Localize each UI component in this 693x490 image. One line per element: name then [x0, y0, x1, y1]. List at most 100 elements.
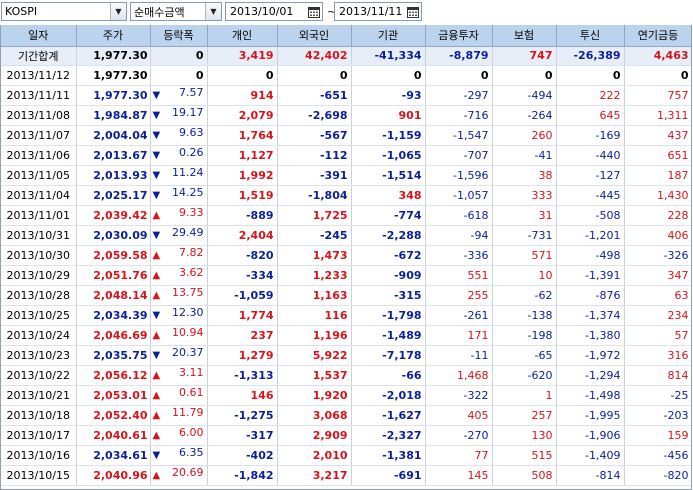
cell-institution: -774: [351, 205, 426, 227]
col-header-individual[interactable]: 개인: [207, 25, 278, 47]
table-row[interactable]: 2013/11/08 1,984.87 ▼ 19.17 2,079 -2,698 901 -7…: [1, 105, 691, 127]
cell-price: 2,040.96: [76, 465, 151, 487]
cell-institution: -41,334: [351, 46, 426, 67]
up-triangle-icon: ▲: [152, 290, 161, 302]
cell-foreign: 3,068: [277, 405, 352, 427]
cell-individual: 0: [207, 65, 278, 87]
cell-investment-trust: 222: [556, 85, 625, 107]
cell-financial-investment: -1,596: [425, 165, 493, 187]
col-header-pension[interactable]: 연기금등: [624, 25, 691, 47]
table-row[interactable]: 2013/11/06 2,013.67 ▼ 0.26 1,127 -112 -1,065 -7…: [1, 145, 691, 167]
table-row[interactable]: 2013/10/22 2,056.12 ▲ 3.11 -1,313 1,537 -66 1,4…: [1, 365, 691, 387]
cell-pension: 4,463: [624, 46, 691, 67]
cell-price: 2,035.75: [76, 345, 151, 367]
table-row[interactable]: 2013/11/05 2,013.93 ▼ 11.24 1,992 -391 -1,514-…: [1, 165, 691, 187]
cell-insurance: 257: [492, 405, 557, 427]
cell-price: 2,025.17: [76, 185, 151, 207]
cell-individual: 146: [207, 385, 278, 407]
table-row[interactable]: 2013/10/25 2,034.39 ▼ 12.30 1,774 116 -1,798 -2…: [1, 305, 691, 327]
cell-pension: -25: [624, 385, 691, 407]
cell-foreign: -567: [277, 125, 352, 147]
cell-insurance: 31: [492, 205, 557, 227]
cell-pension: 57: [624, 325, 691, 347]
table-row[interactable]: 2013/11/11 1,977.30 ▼ 7.57 914 -651 -93 -297 -49…: [1, 85, 691, 107]
table-row[interactable]: 2013/10/31 2,030.09 ▼ 29.49 2,404 -245 -2,288-…: [1, 225, 691, 247]
index-select-value: KOSPI: [5, 5, 38, 18]
cell-change: ▲ 7.82: [150, 245, 208, 267]
date-from-value: 2013/10/01: [230, 5, 294, 18]
table-row[interactable]: 2013/10/23 2,035.75 ▼ 20.37 1,279 5,922 -7,178…: [1, 345, 691, 367]
cell-date: 2013/11/07: [1, 125, 77, 147]
cell-financial-investment: 171: [425, 325, 493, 347]
col-header-change[interactable]: 등락폭: [150, 25, 208, 47]
cell-institution: -691: [351, 465, 426, 487]
cell-foreign: 42,402: [277, 46, 352, 67]
cell-date: 2013/10/25: [1, 305, 77, 327]
change-value: 3.11: [179, 366, 204, 380]
cell-price: 2,046.69: [76, 325, 151, 347]
cell-price: 2,056.12: [76, 365, 151, 387]
change-value: 0.26: [179, 146, 204, 160]
cell-pension: -820: [624, 465, 691, 487]
table-row[interactable]: 2013/10/17 2,040.61 ▲ 6.00 -317 2,909 -2,327 -2…: [1, 425, 691, 447]
cell-financial-investment: -618: [425, 205, 493, 227]
chevron-down-icon[interactable]: ▼: [110, 3, 126, 20]
change-value: 7.57: [179, 86, 204, 100]
col-header-insurance[interactable]: 보험: [492, 25, 557, 47]
cell-individual: 1,774: [207, 305, 278, 327]
cell-insurance: 515: [492, 445, 557, 467]
change-value: 7.82: [179, 246, 204, 260]
col-header-institution[interactable]: 기관: [351, 25, 426, 47]
cell-change: ▲ 6.00: [150, 425, 208, 447]
cell-date: 2013/10/30: [1, 245, 77, 267]
metric-select[interactable]: 순매수금액 ▼: [130, 2, 222, 21]
cell-change: ▲ 9.33: [150, 205, 208, 227]
cell-insurance: -65: [492, 345, 557, 367]
cell-foreign: 1,537: [277, 365, 352, 387]
table-row[interactable]: 2013/10/18 2,052.40 ▲ 11.79 -1,275 3,068 -1,62…: [1, 405, 691, 427]
cell-insurance: 508: [492, 465, 557, 487]
table-row[interactable]: 2013/10/24 2,046.69 ▲ 10.94 237 1,196 -1,489 17…: [1, 325, 691, 347]
cell-date: 2013/11/04: [1, 185, 77, 207]
cell-financial-investment: -261: [425, 305, 493, 327]
table-row[interactable]: 2013/10/21 2,053.01 ▲ 0.61 146 1,920 -2,018 -32…: [1, 385, 691, 407]
cell-insurance: 1: [492, 385, 557, 407]
cell-foreign: -2,698: [277, 105, 352, 127]
table-row[interactable]: 2013/10/30 2,059.58 ▲ 7.82 -820 1,473 -672 -336…: [1, 245, 691, 267]
col-header-foreign[interactable]: 외국인: [277, 25, 352, 47]
table-row[interactable]: 2013/10/16 2,034.61 ▼ 6.35 -402 2,010 -1,381 77…: [1, 445, 691, 467]
table-body: 기간합계 1,977.30 0 3,419 42,402 -41,334 -8,879 747…: [1, 46, 691, 487]
calendar-icon[interactable]: [404, 3, 421, 20]
table-row[interactable]: 2013/11/07 2,004.04 ▼ 9.63 1,764 -567 -1,159 -1…: [1, 125, 691, 147]
cell-date: 2013/10/15: [1, 465, 77, 487]
cell-insurance: 38: [492, 165, 557, 187]
col-header-date[interactable]: 일자: [1, 25, 77, 47]
table-row[interactable]: 2013/10/15 2,040.96 ▲ 20.69 -1,842 3,217 -691 1…: [1, 465, 691, 487]
table-row[interactable]: 2013/10/29 2,051.76 ▲ 3.62 -334 1,233 -909 551 1…: [1, 265, 691, 287]
total-row[interactable]: 기간합계 1,977.30 0 3,419 42,402 -41,334 -8,879 747…: [1, 46, 691, 67]
cell-date: 2013/11/08: [1, 105, 77, 127]
table-row[interactable]: 2013/11/01 2,039.42 ▲ 9.33 -889 1,725 -774 -618…: [1, 205, 691, 227]
cell-insurance: -41: [492, 145, 557, 167]
col-header-investment-trust[interactable]: 투신: [556, 25, 625, 47]
table-row[interactable]: 2013/11/04 2,025.17 ▼ 14.25 1,519 -1,804 348 -1…: [1, 185, 691, 207]
calendar-icon[interactable]: [305, 3, 322, 20]
cell-pension: 228: [624, 205, 691, 227]
col-header-price[interactable]: 주가: [76, 25, 151, 47]
cell-pension: 814: [624, 365, 691, 387]
date-to-field[interactable]: 2013/11/11: [334, 2, 422, 21]
col-header-financial-investment[interactable]: 금융투자: [425, 25, 493, 47]
cell-price: 2,030.09: [76, 225, 151, 247]
cell-date: 2013/10/17: [1, 425, 77, 447]
cell-individual: 1,127: [207, 145, 278, 167]
cell-insurance: -731: [492, 225, 557, 247]
index-select[interactable]: KOSPI ▼: [1, 2, 127, 21]
table-row[interactable]: 2013/10/28 2,048.14 ▲ 13.75 -1,059 1,163 -315 2…: [1, 285, 691, 307]
cell-financial-investment: -707: [425, 145, 493, 167]
change-value: 10.94: [172, 326, 204, 340]
chevron-down-icon[interactable]: ▼: [205, 3, 221, 20]
table-row[interactable]: 2013/11/12 1,977.30 0 0 0 0 0 0 0 0: [1, 65, 691, 87]
date-from-field[interactable]: 2013/10/01: [225, 2, 323, 21]
change-value: 3.62: [179, 266, 204, 280]
cell-investment-trust: 645: [556, 105, 625, 127]
